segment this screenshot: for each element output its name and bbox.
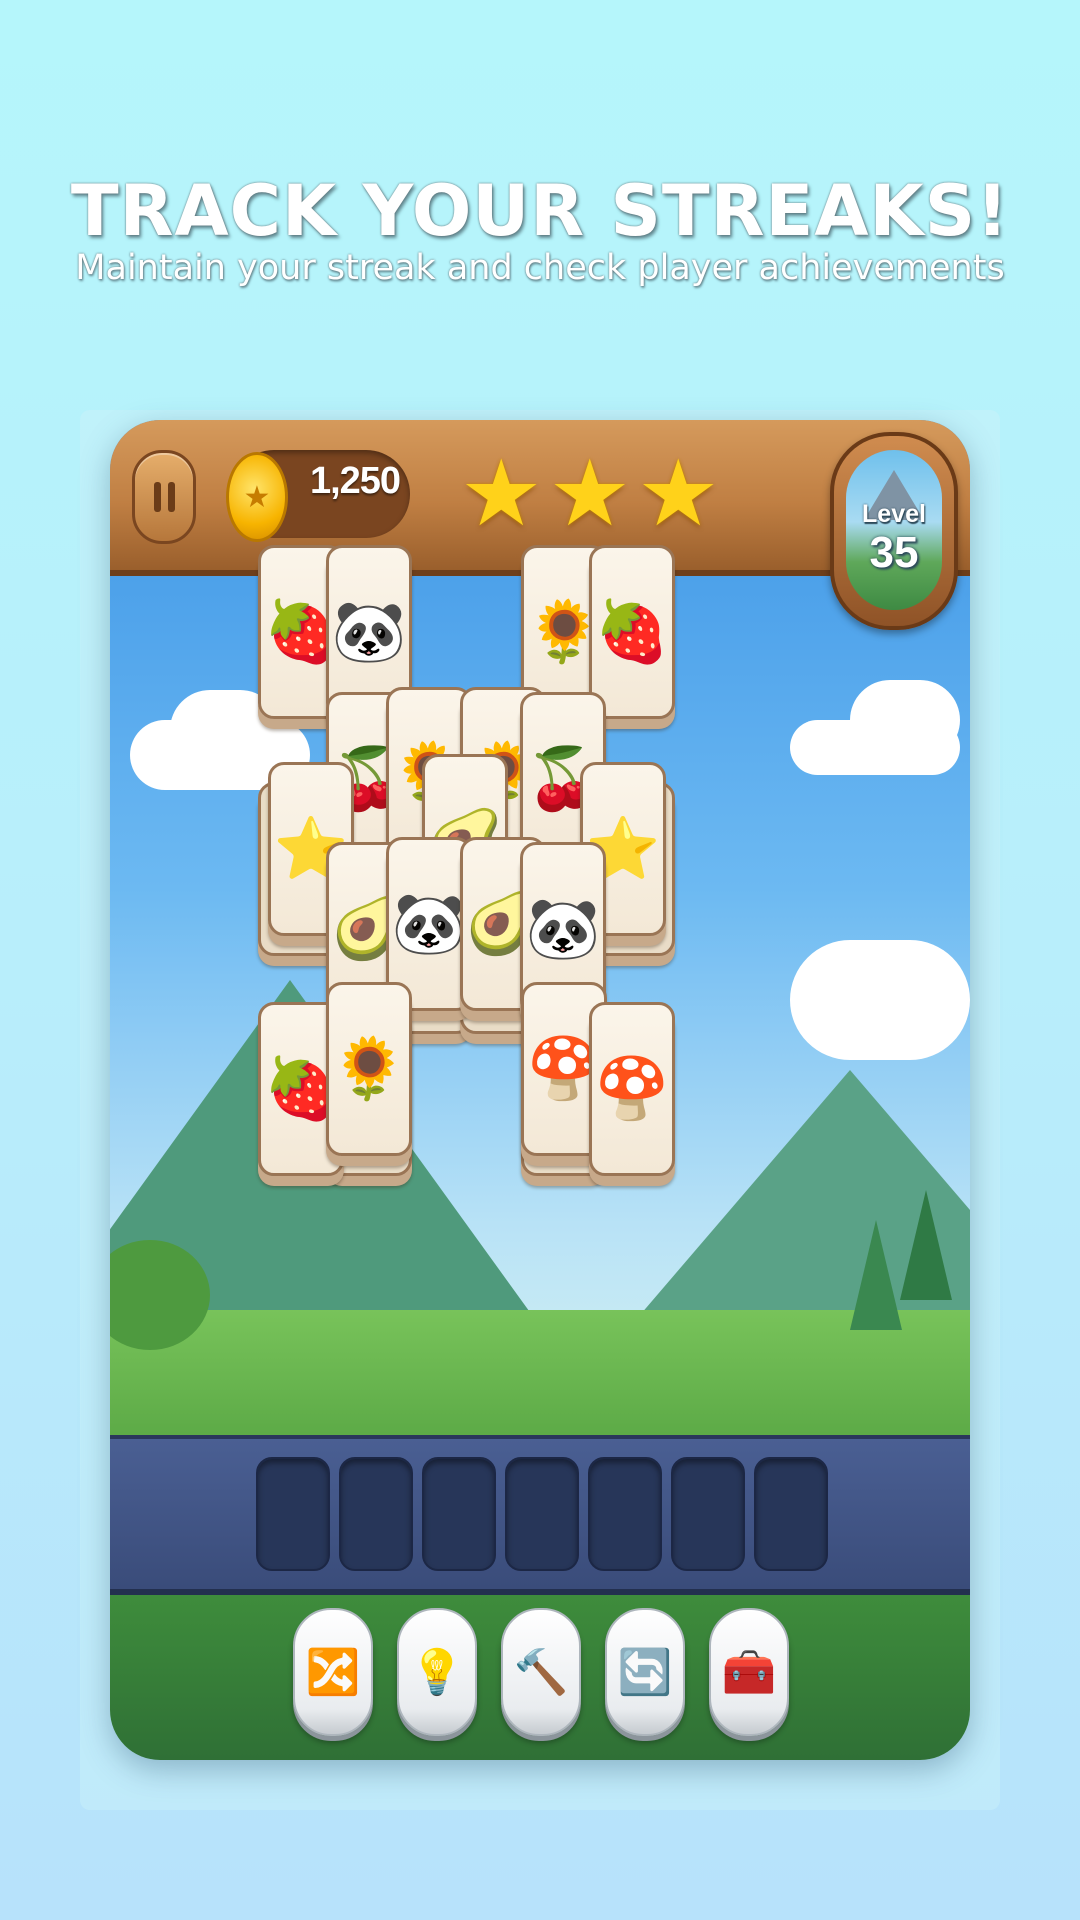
mahjong-tile[interactable]: 🍄 (589, 1002, 675, 1176)
pine-tree (850, 1220, 902, 1330)
pine-tree (900, 1190, 952, 1300)
pause-icon (167, 482, 175, 512)
tile-tray (110, 1435, 970, 1595)
treasure-chest-button[interactable]: 🧰 (709, 1608, 789, 1736)
tray-slot (256, 1457, 330, 1571)
treasure-chest-icon: 🧰 (721, 1647, 777, 1698)
panda-icon: 🐼 (391, 889, 467, 959)
sunflower-icon: 🌻 (331, 1034, 407, 1104)
level-badge: Level 35 (830, 432, 958, 630)
refresh-icon: 🔄 (617, 1647, 673, 1698)
mahjong-tile[interactable]: 🌻 (326, 982, 412, 1156)
refresh-button[interactable]: 🔄 (605, 1608, 685, 1736)
tray-slot (505, 1457, 579, 1571)
level-badge-scene: Level 35 (846, 450, 942, 610)
level-label: Level (862, 500, 926, 528)
shuffle-button[interactable]: 🔀 (293, 1608, 373, 1736)
promo-headline: TRACK YOUR STREAKS! (70, 170, 1010, 252)
coin-amount: 1,250 (309, 460, 401, 502)
tray-slot (588, 1457, 662, 1571)
lightbulb-hint-button[interactable]: 💡 (397, 1608, 477, 1736)
tray-slot (339, 1457, 413, 1571)
mushroom-icon: 🍄 (594, 1054, 670, 1124)
pause-button[interactable] (132, 450, 196, 544)
promo-subheadline: Maintain your streak and check player ac… (75, 248, 1005, 288)
mahjong-tile[interactable]: 🍓 (589, 545, 675, 719)
game-screen: ★ 1,250 ★ ★ ★ Level 35 🍓🐼🌻🍓🍒🌻🌻🍒⭐🥑⭐🥑🐼🥑🐼🍓🌻… (110, 420, 970, 1760)
tray-slot (671, 1457, 745, 1571)
panda-icon: 🐼 (331, 597, 407, 667)
level-stars: ★ ★ ★ (460, 444, 719, 544)
tray-slot (754, 1457, 828, 1571)
cloud (790, 940, 970, 1060)
cloud (850, 680, 960, 760)
lightbulb-hint-icon: 💡 (409, 1647, 465, 1698)
shuffle-icon: 🔀 (305, 1647, 361, 1698)
tray-slot (422, 1457, 496, 1571)
level-number: 35 (869, 528, 919, 577)
hammer-button[interactable]: 🔨 (501, 1608, 581, 1736)
star-icon: ★ (548, 440, 631, 547)
panda-icon: 🐼 (525, 894, 601, 964)
strawberry-icon: 🍓 (594, 597, 670, 667)
pause-icon (153, 482, 161, 512)
coin-star-icon: ★ (226, 452, 288, 542)
hammer-icon: 🔨 (513, 1647, 569, 1698)
star-icon: ★ (636, 440, 720, 547)
star-icon: ★ (460, 440, 543, 547)
